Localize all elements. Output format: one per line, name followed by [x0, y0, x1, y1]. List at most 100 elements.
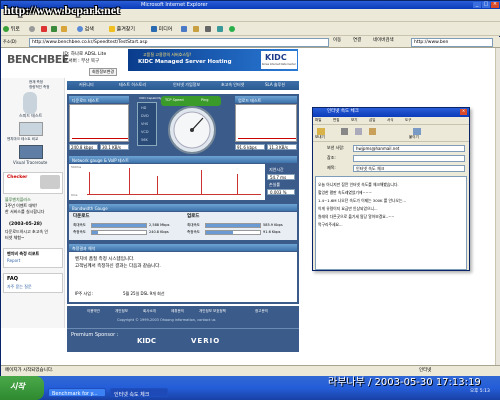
- minimize-icon[interactable]: _: [473, 2, 481, 8]
- print-icon[interactable]: [205, 26, 211, 33]
- footer-terms[interactable]: 이용약관: [87, 309, 100, 314]
- bw-ul-meas-label: 측정속도: [187, 230, 200, 234]
- sponsor-kidc[interactable]: KIDC: [137, 338, 156, 345]
- search-button[interactable]: 검색: [77, 26, 94, 33]
- task-mail[interactable]: 인터넷 속도 체크: [110, 388, 168, 398]
- refresh-icon[interactable]: [51, 26, 57, 33]
- mail-icon[interactable]: [193, 26, 199, 33]
- body-line1: 오늘 아니지만 잠깐 인터넷 속도를 체크해봤습니다.: [318, 182, 399, 187]
- from-field[interactable]: hwjpms@hanmail.net: [353, 145, 465, 152]
- copy-icon[interactable]: [355, 128, 362, 135]
- user-id: ID: 하나로 ADSL Lite: [63, 52, 107, 57]
- site-logo[interactable]: BENCHBEE: [7, 54, 69, 65]
- nav-highspeed[interactable]: 초고속 인터넷: [221, 83, 244, 87]
- sponsor-verio[interactable]: VERIO: [191, 338, 220, 345]
- mail-body[interactable]: 오늘 아니지만 잠깐 인터넷 속도를 체크해봤습니다. 헐엉한 평판 속도레였었…: [315, 176, 467, 270]
- attach-icon[interactable]: [413, 128, 421, 135]
- task-mail-label: 인터넷 속도 체크: [114, 392, 150, 398]
- bw-dl-max-bar: [91, 223, 147, 228]
- history-icon[interactable]: [181, 26, 187, 33]
- member-edit-button[interactable]: 회원정보변경: [89, 68, 118, 76]
- mail-compose-window: 인터넷 속도 체크 × 파일 편집 보기 삽입 서식 도구 보내기 붙이기 보낸…: [312, 107, 470, 271]
- from-value: hwjpms@hanmail.net: [356, 146, 400, 151]
- window-title: Microsoft Internet Explorer: [141, 2, 208, 8]
- bench-compare-link[interactable]: 벤치마크 테스트 비교: [7, 137, 38, 142]
- paste-icon[interactable]: [369, 128, 376, 135]
- back-arrow-icon: [3, 26, 9, 32]
- address-value: http://www.benchbee.co.kr/Speedtest/Test…: [32, 40, 148, 45]
- upload-kbps-field: 91.6 kbps: [235, 144, 265, 150]
- nav-sla[interactable]: SLA 솔루션: [265, 83, 285, 87]
- mail-menu-tools[interactable]: 도구: [405, 118, 411, 123]
- nav-history[interactable]: 테스트 히스토리: [119, 83, 146, 87]
- checker-box[interactable]: Checker: [3, 172, 63, 194]
- body-line2: 헐엉한 평판 속도레였었기에~~~: [318, 190, 372, 195]
- send-button[interactable]: 보내기: [315, 135, 325, 140]
- start-button[interactable]: 시작: [0, 376, 44, 400]
- address-input[interactable]: http://www.benchbee.co.kr/Speedtest/Test…: [29, 38, 329, 47]
- maximize-icon[interactable]: □: [482, 2, 490, 8]
- news-line2: 1주년 이벤트 대박!: [5, 203, 38, 208]
- close-icon[interactable]: ×: [491, 2, 499, 8]
- event-text1: 다운로드하시고 초고속 인: [5, 229, 49, 234]
- media-label: 미디어: [158, 26, 173, 33]
- speed-test-link[interactable]: 스피드 테스트: [19, 114, 42, 118]
- traceroute-link[interactable]: Visual Traceroute: [13, 161, 47, 165]
- cc-field[interactable]: [353, 155, 465, 162]
- footer-about[interactable]: 회사소개: [143, 309, 156, 314]
- nav-join-info[interactable]: 인터넷 가입정보: [173, 83, 200, 87]
- kidc-ad-banner[interactable]: 고품질 고용량의 서버호스팅! KIDC Managed Server Host…: [128, 49, 298, 71]
- messenger-icon[interactable]: [229, 26, 235, 33]
- result-text2: 고객님께서 측정하신 결과는 다음과 같습니다.: [75, 264, 161, 269]
- paste-button[interactable]: 붙이기: [409, 135, 419, 140]
- report-box[interactable]: 벤치비 측정 리포트 Report: [3, 248, 63, 268]
- vod-dvd: DVD: [141, 114, 149, 118]
- forward-button[interactable]: [29, 26, 35, 33]
- vod-vcd: VCD: [141, 130, 149, 134]
- ad-line1: 고품질 고용량의 서버호스팅!: [143, 52, 192, 57]
- subject-field[interactable]: 인터넷 속도 체크: [353, 165, 465, 172]
- footer-policy[interactable]: 개인정보 보호정책: [199, 309, 226, 314]
- links-button[interactable]: 연결: [353, 38, 361, 44]
- mail-menu-edit[interactable]: 편집: [333, 118, 339, 123]
- side-item-quant[interactable]: 정량적인 측정: [29, 85, 49, 90]
- vertical-scrollbar[interactable]: [495, 48, 500, 365]
- ping-label: Ping: [201, 98, 209, 102]
- favorites-button[interactable]: 즐겨찾기: [109, 26, 135, 33]
- media-button[interactable]: 미디어: [151, 26, 172, 33]
- back-button[interactable]: 뒤로: [3, 26, 20, 33]
- address2-value: http://www.ben: [414, 40, 449, 45]
- cut-icon[interactable]: [341, 128, 348, 135]
- ping-graph: 500ms 0ms: [69, 164, 265, 200]
- upload-graph: [235, 104, 297, 142]
- address2-input[interactable]: http://www.ben: [411, 38, 493, 47]
- latency-value: 54.7 ms: [270, 175, 287, 180]
- footer-partner[interactable]: 제휴문의: [171, 309, 184, 314]
- faq-box[interactable]: FAQ 자주 묻는 질문: [3, 273, 63, 293]
- loss-field: 0.003 %: [267, 189, 295, 195]
- edit-icon[interactable]: [217, 26, 223, 33]
- task-benchmark[interactable]: Benchmark for y...: [48, 388, 106, 397]
- send-icon[interactable]: [317, 128, 325, 135]
- toolbar: 뒤로 검색 즐겨찾기 미디어: [1, 22, 500, 36]
- stop-icon[interactable]: [41, 26, 47, 33]
- home-icon[interactable]: [61, 26, 67, 33]
- news-title[interactable]: 블루벤치플러스: [5, 198, 31, 202]
- mail-menu-insert[interactable]: 삽입: [369, 118, 375, 123]
- faq-sub: 자주 묻는 질문: [7, 284, 32, 289]
- footer-privacy[interactable]: 개인정보: [115, 309, 128, 314]
- mail-menu-file[interactable]: 파일: [315, 118, 321, 123]
- upload-kbps: 91.6 kbps: [237, 145, 257, 150]
- faq-title: FAQ: [7, 276, 18, 282]
- footer-ad[interactable]: 광고문의: [255, 309, 268, 314]
- subject-value: 인터넷 속도 체크: [356, 166, 385, 171]
- naver-search-button[interactable]: 네이버검색: [373, 38, 394, 44]
- nav-community[interactable]: 커뮤니티: [79, 83, 94, 87]
- side-item-current[interactable]: 현재 측정: [29, 80, 43, 85]
- mail-menu-view[interactable]: 보기: [351, 118, 357, 123]
- bandwidth-body: 다운로드 최대속도 측정속도 2,588 Mbps 240.8 Kbps 업로드…: [69, 212, 297, 240]
- mail-close-icon[interactable]: ×: [460, 109, 467, 115]
- go-button[interactable]: 이동: [333, 38, 341, 44]
- speed-gauge: [168, 106, 216, 154]
- mail-menu-format[interactable]: 서식: [387, 118, 393, 123]
